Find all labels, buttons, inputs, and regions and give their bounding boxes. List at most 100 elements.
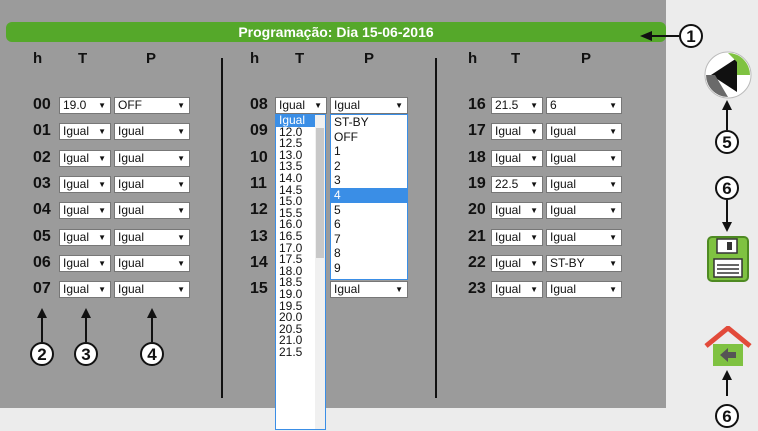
callout-arrow	[37, 308, 47, 318]
hour-label: 15	[250, 280, 268, 297]
callout-line	[726, 380, 728, 396]
floppy-save-icon	[707, 236, 749, 282]
power-select[interactable]: Igual ▼	[330, 97, 408, 114]
power-value: Igual	[334, 98, 361, 112]
column-header-t: T	[295, 50, 305, 67]
column-divider	[221, 58, 223, 398]
power-select[interactable]: Igual ▼	[546, 281, 622, 298]
temperature-value: Igual	[495, 151, 522, 165]
chevron-down-icon: ▼	[98, 154, 106, 163]
dropdown-option[interactable]: 9	[331, 261, 407, 276]
chevron-down-icon: ▼	[609, 259, 617, 268]
temperature-select[interactable]: Igual ▼	[491, 150, 543, 167]
temperature-value: Igual	[495, 203, 522, 217]
column-header-t: T	[78, 50, 88, 67]
dropdown-option[interactable]: 7	[331, 232, 407, 247]
power-select[interactable]: Igual ▼	[546, 123, 622, 140]
temperature-select[interactable]: Igual ▼	[59, 202, 111, 219]
dropdown-option[interactable]: 21.5	[276, 346, 317, 359]
chevron-down-icon: ▼	[177, 233, 185, 242]
chevron-down-icon: ▼	[98, 180, 106, 189]
callout-line	[726, 110, 728, 130]
dropdown-option[interactable]: 3	[331, 173, 407, 188]
hour-label: 09	[250, 122, 268, 139]
power-value: Igual	[550, 151, 577, 165]
dropdown-option[interactable]: OFF	[331, 130, 407, 145]
power-select[interactable]: Igual ▼	[114, 229, 190, 246]
temperature-select[interactable]: Igual ▼	[491, 202, 543, 219]
power-value: Igual	[550, 203, 577, 217]
power-select[interactable]: Igual ▼	[114, 123, 190, 140]
power-select[interactable]: Igual ▼	[114, 150, 190, 167]
temperature-select[interactable]: Igual ▼	[491, 123, 543, 140]
column-header-p: P	[146, 50, 157, 67]
chevron-down-icon: ▼	[177, 154, 185, 163]
power-select[interactable]: ST-BY ▼	[546, 255, 622, 272]
temperature-select[interactable]: Igual ▼	[491, 255, 543, 272]
temperature-value: Igual	[63, 256, 90, 270]
power-select[interactable]: Igual ▼	[114, 176, 190, 193]
home-button[interactable]	[703, 325, 753, 368]
temperature-select[interactable]: Igual ▼	[491, 229, 543, 246]
power-select[interactable]: OFF ▼	[114, 97, 190, 114]
temperature-select[interactable]: Igual ▼	[59, 150, 111, 167]
chevron-down-icon: ▼	[98, 206, 106, 215]
temperature-select[interactable]: Igual ▼	[491, 281, 543, 298]
power-value: Igual	[118, 230, 145, 244]
dropdown-option[interactable]: 6	[331, 217, 407, 232]
temperature-select[interactable]: Igual ▼	[59, 176, 111, 193]
dropdown-option[interactable]: 2	[331, 159, 407, 174]
power-value: Igual	[118, 151, 145, 165]
power-select[interactable]: Igual ▼	[114, 202, 190, 219]
power-value: 6	[550, 98, 557, 112]
chevron-down-icon: ▼	[530, 127, 538, 136]
temperature-select[interactable]: Igual ▼	[59, 229, 111, 246]
temperature-select[interactable]: Igual ▼	[59, 123, 111, 140]
back-button[interactable]	[703, 50, 753, 100]
callout-line	[41, 318, 43, 342]
dropdown-option[interactable]: ST-BY	[331, 115, 407, 130]
dropdown-option[interactable]: 1	[331, 144, 407, 159]
chevron-down-icon: ▼	[530, 101, 538, 110]
power-value: OFF	[118, 98, 142, 112]
chevron-down-icon: ▼	[530, 259, 538, 268]
power-select[interactable]: Igual ▼	[546, 176, 622, 193]
chevron-down-icon: ▼	[395, 101, 403, 110]
temperature-value: Igual	[63, 203, 90, 217]
chevron-down-icon: ▼	[177, 285, 185, 294]
power-select[interactable]: Igual ▼	[546, 150, 622, 167]
column-divider	[435, 58, 437, 398]
power-select[interactable]: Igual ▼	[546, 229, 622, 246]
temperature-value: 22.5	[495, 177, 519, 191]
temperature-select[interactable]: Igual ▼	[59, 281, 111, 298]
temperature-value: Igual	[279, 98, 306, 112]
column-header-h: h	[468, 50, 478, 67]
temperature-select[interactable]: Igual ▼	[275, 97, 327, 114]
temperature-value: Igual	[63, 282, 90, 296]
temperature-select[interactable]: Igual ▼	[59, 255, 111, 272]
power-select[interactable]: Igual ▼	[114, 255, 190, 272]
temperature-select[interactable]: 22.5 ▼	[491, 176, 543, 193]
temperature-select[interactable]: 21.5 ▼	[491, 97, 543, 114]
power-select[interactable]: Igual ▼	[546, 202, 622, 219]
hour-label: 03	[33, 175, 51, 192]
power-dropdown-list[interactable]: ST-BY OFF 1 2 3 4 5 6 7 8 9	[330, 114, 408, 280]
dropdown-option[interactable]: 8	[331, 246, 407, 261]
power-select[interactable]: Igual ▼	[114, 281, 190, 298]
hour-label: 13	[250, 228, 268, 245]
hour-label: 00	[33, 96, 51, 113]
chevron-down-icon: ▼	[98, 285, 106, 294]
chevron-down-icon: ▼	[530, 206, 538, 215]
temperature-select[interactable]: 19.0 ▼	[59, 97, 111, 114]
dropdown-scrollbar-thumb[interactable]	[316, 128, 324, 258]
power-value: Igual	[118, 256, 145, 270]
power-select[interactable]: 6 ▼	[546, 97, 622, 114]
dropdown-option[interactable]: 5	[331, 203, 407, 218]
save-button[interactable]	[707, 236, 749, 282]
chevron-down-icon: ▼	[609, 206, 617, 215]
chevron-down-icon: ▼	[177, 180, 185, 189]
power-select[interactable]: Igual ▼	[330, 281, 408, 298]
dropdown-option[interactable]: 4	[331, 187, 407, 203]
chevron-down-icon: ▼	[314, 101, 322, 110]
chevron-down-icon: ▼	[530, 154, 538, 163]
